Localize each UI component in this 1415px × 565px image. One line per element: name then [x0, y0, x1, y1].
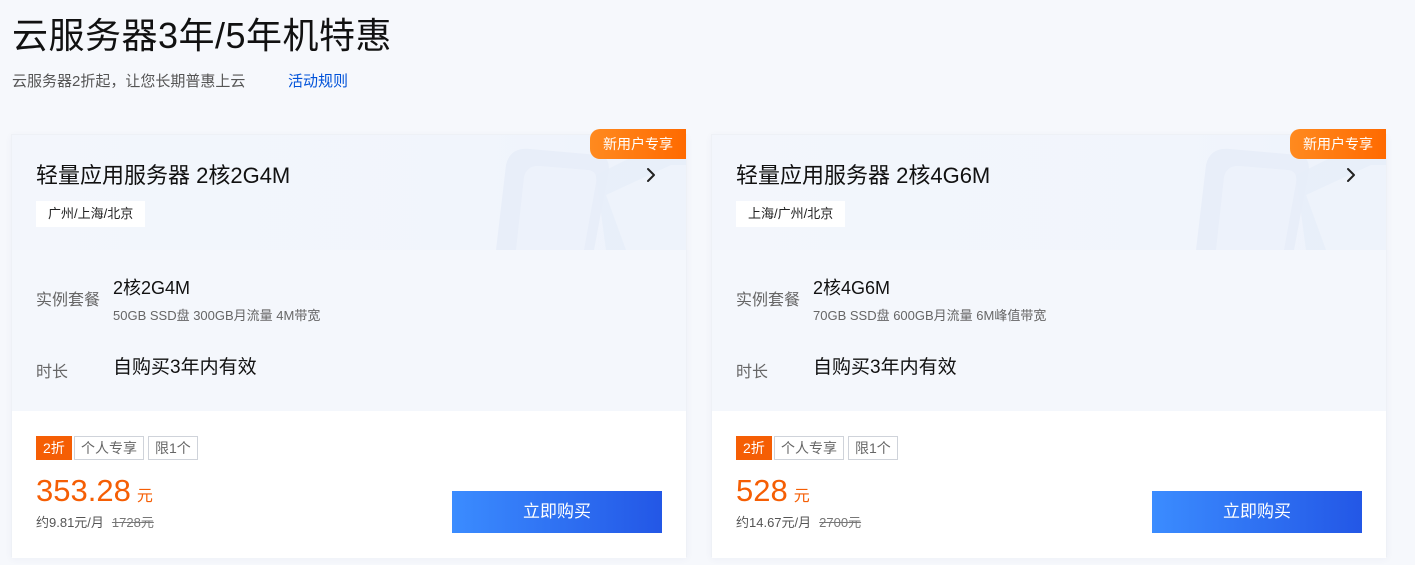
- product-name: 轻量应用服务器 2核2G4M: [36, 163, 291, 188]
- monthly-price: 约14.67元/月 2700元: [736, 514, 861, 532]
- price-unit: 元: [136, 488, 153, 505]
- chevron-right-icon[interactable]: [642, 166, 660, 184]
- personal-exclusive-tag: 个人专享: [774, 436, 844, 460]
- duration-value: 自购买3年内有效: [113, 357, 257, 378]
- monthly-price: 约9.81元/月 1728元: [36, 514, 154, 532]
- duration-value: 自购买3年内有效: [813, 357, 957, 378]
- card-body: [12, 250, 686, 411]
- page-subtitle: 云服务器2折起，让您长期普惠上云: [12, 73, 246, 90]
- product-card: 轻量应用服务器 2核2G4M 广州/上海/北京 新用户专享 实例套餐 2核2G4…: [11, 129, 687, 558]
- new-user-badge: 新用户专享: [1290, 129, 1386, 159]
- original-price: 2700元: [819, 515, 862, 530]
- price-amount: 528: [736, 473, 788, 508]
- spec-value: 2核4G6M: [813, 278, 891, 298]
- card-body: [712, 250, 1386, 411]
- buy-now-button[interactable]: 立即购买: [452, 491, 662, 533]
- original-price: 1728元: [111, 515, 154, 530]
- new-user-badge: 新用户专享: [590, 129, 686, 159]
- buy-now-button[interactable]: 立即购买: [1152, 491, 1362, 533]
- discount-tag: 2折: [36, 436, 72, 460]
- card-header: 轻量应用服务器 2核2G4M 广州/上海/北京: [12, 135, 686, 250]
- price: 353.28 元: [36, 473, 153, 515]
- spec-value: 2核2G4M: [113, 278, 191, 298]
- limit-one-tag: 限1个: [148, 436, 198, 460]
- spec-label: 实例套餐: [736, 292, 801, 309]
- spec-label: 实例套餐: [36, 292, 101, 309]
- duration-label: 时长: [736, 364, 769, 381]
- product-card: 轻量应用服务器 2核4G6M 上海/广州/北京 新用户专享 实例套餐 2核4G6…: [711, 129, 1387, 558]
- discount-tag: 2折: [736, 436, 772, 460]
- region-tag: 广州/上海/北京: [36, 201, 146, 227]
- limit-one-tag: 限1个: [848, 436, 898, 460]
- region-tag: 上海/广州/北京: [736, 201, 846, 227]
- spec-detail: 70GB SSD盘 600GB月流量 6M峰值带宽: [813, 308, 1047, 323]
- duration-label: 时长: [36, 364, 69, 381]
- personal-exclusive-tag: 个人专享: [74, 436, 144, 460]
- page-title: 云服务器3年/5年机特惠: [12, 15, 393, 56]
- card-header: 轻量应用服务器 2核4G6M 上海/广州/北京: [712, 135, 1386, 250]
- monthly-price-text: 约14.67元/月: [736, 515, 812, 530]
- spec-detail: 50GB SSD盘 300GB月流量 4M带宽: [113, 308, 321, 323]
- price-amount: 353.28: [36, 473, 131, 508]
- chevron-right-icon[interactable]: [1342, 166, 1360, 184]
- monthly-price-text: 约9.81元/月: [36, 515, 104, 530]
- price: 528 元: [736, 473, 810, 515]
- price-unit: 元: [793, 488, 810, 505]
- promo-page: 云服务器3年/5年机特惠 云服务器2折起，让您长期普惠上云 活动规则 轻量应用服…: [0, 0, 1415, 565]
- card-footer: [712, 411, 1386, 558]
- activity-rules-link[interactable]: 活动规则: [288, 72, 348, 92]
- product-name: 轻量应用服务器 2核4G6M: [736, 163, 991, 188]
